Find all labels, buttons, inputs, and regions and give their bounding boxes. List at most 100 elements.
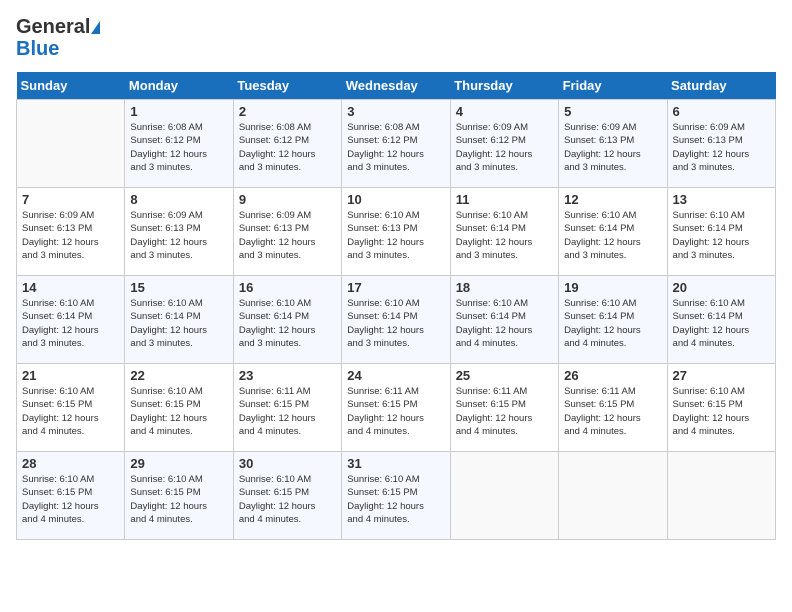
cell-info: Sunrise: 6:10 AM Sunset: 6:15 PM Dayligh… [673,385,770,438]
calendar-cell [17,100,125,188]
day-number: 27 [673,368,770,383]
day-number: 12 [564,192,661,207]
page-header: General Blue [16,16,776,60]
calendar-week-1: 1 Sunrise: 6:08 AM Sunset: 6:12 PM Daylig… [17,100,776,188]
calendar-cell [559,452,667,540]
cell-info: Sunrise: 6:09 AM Sunset: 6:13 PM Dayligh… [22,209,119,262]
calendar-cell [450,452,558,540]
cell-info: Sunrise: 6:10 AM Sunset: 6:15 PM Dayligh… [22,473,119,526]
day-number: 31 [347,456,444,471]
day-number: 21 [22,368,119,383]
cell-info: Sunrise: 6:10 AM Sunset: 6:14 PM Dayligh… [456,209,553,262]
calendar-cell: 29 Sunrise: 6:10 AM Sunset: 6:15 PM Dayli… [125,452,233,540]
cell-info: Sunrise: 6:08 AM Sunset: 6:12 PM Dayligh… [130,121,227,174]
day-number: 2 [239,104,336,119]
calendar-cell: 22 Sunrise: 6:10 AM Sunset: 6:15 PM Dayli… [125,364,233,452]
day-number: 4 [456,104,553,119]
calendar-cell: 26 Sunrise: 6:11 AM Sunset: 6:15 PM Dayli… [559,364,667,452]
cell-info: Sunrise: 6:10 AM Sunset: 6:14 PM Dayligh… [673,297,770,350]
cell-info: Sunrise: 6:09 AM Sunset: 6:13 PM Dayligh… [130,209,227,262]
day-number: 28 [22,456,119,471]
calendar-week-2: 7 Sunrise: 6:09 AM Sunset: 6:13 PM Daylig… [17,188,776,276]
weekday-header-monday: Monday [125,72,233,100]
calendar-cell: 27 Sunrise: 6:10 AM Sunset: 6:15 PM Dayli… [667,364,775,452]
cell-info: Sunrise: 6:10 AM Sunset: 6:14 PM Dayligh… [347,297,444,350]
day-number: 30 [239,456,336,471]
cell-info: Sunrise: 6:10 AM Sunset: 6:15 PM Dayligh… [130,385,227,438]
cell-info: Sunrise: 6:10 AM Sunset: 6:14 PM Dayligh… [456,297,553,350]
logo: General Blue [16,16,100,60]
calendar-cell: 12 Sunrise: 6:10 AM Sunset: 6:14 PM Dayli… [559,188,667,276]
cell-info: Sunrise: 6:11 AM Sunset: 6:15 PM Dayligh… [239,385,336,438]
day-number: 11 [456,192,553,207]
day-number: 14 [22,280,119,295]
calendar-cell [667,452,775,540]
calendar-cell: 4 Sunrise: 6:09 AM Sunset: 6:12 PM Daylig… [450,100,558,188]
cell-info: Sunrise: 6:10 AM Sunset: 6:14 PM Dayligh… [564,209,661,262]
weekday-header-sunday: Sunday [17,72,125,100]
calendar-cell: 31 Sunrise: 6:10 AM Sunset: 6:15 PM Dayli… [342,452,450,540]
day-number: 29 [130,456,227,471]
calendar-cell: 9Sunrise: 6:09 AM Sunset: 6:13 PM Daylig… [233,188,341,276]
day-number: 24 [347,368,444,383]
calendar-cell: 20Sunrise: 6:10 AM Sunset: 6:14 PM Dayli… [667,276,775,364]
cell-info: Sunrise: 6:11 AM Sunset: 6:15 PM Dayligh… [564,385,661,438]
weekday-header-wednesday: Wednesday [342,72,450,100]
cell-info: Sunrise: 6:09 AM Sunset: 6:13 PM Dayligh… [673,121,770,174]
calendar-cell: 1 Sunrise: 6:08 AM Sunset: 6:12 PM Daylig… [125,100,233,188]
weekday-header-row: SundayMondayTuesdayWednesdayThursdayFrid… [17,72,776,100]
day-number: 10 [347,192,444,207]
weekday-header-saturday: Saturday [667,72,775,100]
day-number: 16 [239,280,336,295]
calendar-cell: 23Sunrise: 6:11 AM Sunset: 6:15 PM Dayli… [233,364,341,452]
day-number: 17 [347,280,444,295]
calendar-cell: 8 Sunrise: 6:09 AM Sunset: 6:13 PM Daylig… [125,188,233,276]
cell-info: Sunrise: 6:08 AM Sunset: 6:12 PM Dayligh… [239,121,336,174]
calendar-cell: 6 Sunrise: 6:09 AM Sunset: 6:13 PM Daylig… [667,100,775,188]
calendar-cell: 3Sunrise: 6:08 AM Sunset: 6:12 PM Daylig… [342,100,450,188]
calendar-cell: 17 Sunrise: 6:10 AM Sunset: 6:14 PM Dayli… [342,276,450,364]
cell-info: Sunrise: 6:10 AM Sunset: 6:13 PM Dayligh… [347,209,444,262]
calendar-cell: 25 Sunrise: 6:11 AM Sunset: 6:15 PM Dayli… [450,364,558,452]
calendar-table: SundayMondayTuesdayWednesdayThursdayFrid… [16,72,776,540]
calendar-week-5: 28 Sunrise: 6:10 AM Sunset: 6:15 PM Dayli… [17,452,776,540]
cell-info: Sunrise: 6:10 AM Sunset: 6:14 PM Dayligh… [239,297,336,350]
weekday-header-friday: Friday [559,72,667,100]
cell-info: Sunrise: 6:10 AM Sunset: 6:15 PM Dayligh… [130,473,227,526]
calendar-cell: 11 Sunrise: 6:10 AM Sunset: 6:14 PM Dayli… [450,188,558,276]
day-number: 5 [564,104,661,119]
day-number: 9 [239,192,336,207]
day-number: 8 [130,192,227,207]
day-number: 22 [130,368,227,383]
day-number: 18 [456,280,553,295]
logo-text: General [16,16,100,38]
calendar-cell: 14 Sunrise: 6:10 AM Sunset: 6:14 PM Dayli… [17,276,125,364]
cell-info: Sunrise: 6:10 AM Sunset: 6:14 PM Dayligh… [22,297,119,350]
calendar-cell: 24Sunrise: 6:11 AM Sunset: 6:15 PM Dayli… [342,364,450,452]
calendar-cell: 5 Sunrise: 6:09 AM Sunset: 6:13 PM Daylig… [559,100,667,188]
calendar-week-3: 14 Sunrise: 6:10 AM Sunset: 6:14 PM Dayli… [17,276,776,364]
cell-info: Sunrise: 6:10 AM Sunset: 6:15 PM Dayligh… [239,473,336,526]
day-number: 25 [456,368,553,383]
calendar-cell: 19Sunrise: 6:10 AM Sunset: 6:14 PM Dayli… [559,276,667,364]
calendar-week-4: 21 Sunrise: 6:10 AM Sunset: 6:15 PM Dayli… [17,364,776,452]
calendar-cell: 28 Sunrise: 6:10 AM Sunset: 6:15 PM Dayli… [17,452,125,540]
calendar-cell: 21Sunrise: 6:10 AM Sunset: 6:15 PM Dayli… [17,364,125,452]
cell-info: Sunrise: 6:09 AM Sunset: 6:13 PM Dayligh… [564,121,661,174]
day-number: 7 [22,192,119,207]
calendar-cell: 30 Sunrise: 6:10 AM Sunset: 6:15 PM Dayli… [233,452,341,540]
cell-info: Sunrise: 6:09 AM Sunset: 6:12 PM Dayligh… [456,121,553,174]
cell-info: Sunrise: 6:10 AM Sunset: 6:14 PM Dayligh… [130,297,227,350]
calendar-cell: 10 Sunrise: 6:10 AM Sunset: 6:13 PM Dayli… [342,188,450,276]
cell-info: Sunrise: 6:11 AM Sunset: 6:15 PM Dayligh… [456,385,553,438]
day-number: 26 [564,368,661,383]
day-number: 15 [130,280,227,295]
cell-info: Sunrise: 6:08 AM Sunset: 6:12 PM Dayligh… [347,121,444,174]
logo-blue-text: Blue [16,38,59,60]
calendar-cell: 13Sunrise: 6:10 AM Sunset: 6:14 PM Dayli… [667,188,775,276]
day-number: 1 [130,104,227,119]
calendar-cell: 16 Sunrise: 6:10 AM Sunset: 6:14 PM Dayli… [233,276,341,364]
cell-info: Sunrise: 6:10 AM Sunset: 6:15 PM Dayligh… [347,473,444,526]
day-number: 6 [673,104,770,119]
cell-info: Sunrise: 6:10 AM Sunset: 6:14 PM Dayligh… [673,209,770,262]
